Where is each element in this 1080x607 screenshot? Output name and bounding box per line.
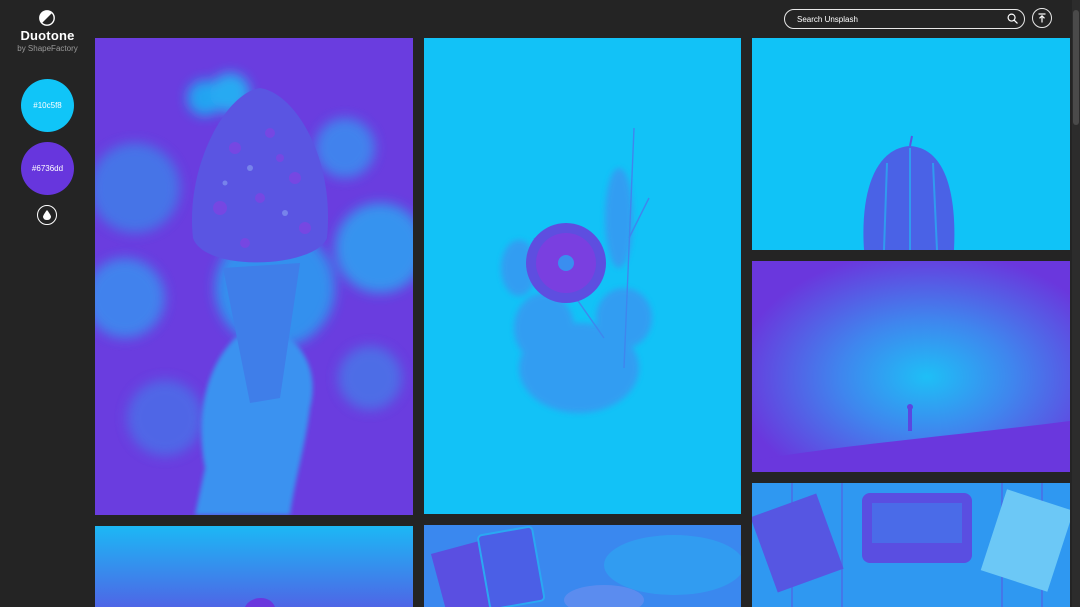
photo-flower[interactable] (424, 38, 741, 514)
secondary-color-swatch[interactable]: #6736dd (21, 142, 74, 195)
photo-typewriter[interactable] (752, 483, 1070, 607)
primary-color-swatch[interactable]: #10c5f8 (21, 79, 74, 132)
night-sky-image (752, 261, 1070, 472)
color-picker-button[interactable] (37, 205, 57, 225)
photo-gradient-sky[interactable] (95, 526, 413, 607)
search-bar[interactable] (784, 9, 1025, 29)
flower-image (424, 38, 741, 514)
primary-color-label: #10c5f8 (33, 101, 62, 110)
typewriter-image (752, 483, 1070, 607)
ice-cream-image (95, 38, 413, 515)
half-circle-logo-icon (39, 10, 55, 26)
photo-tablet[interactable] (424, 525, 741, 607)
scroll-to-top-button[interactable] (1032, 8, 1052, 28)
sidebar: Duotone by ShapeFactory #10c5f8 #6736dd (0, 0, 95, 607)
search-icon[interactable] (1007, 13, 1018, 24)
brand-title: Duotone (20, 28, 75, 43)
gradient-sky-image (95, 526, 413, 607)
cactus-image (752, 38, 1070, 250)
water-drop-icon (43, 210, 51, 220)
search-input[interactable] (795, 11, 999, 28)
scrollbar-thumb[interactable] (1073, 10, 1079, 125)
photo-cactus[interactable] (752, 38, 1070, 250)
photo-ice-cream[interactable] (95, 38, 413, 515)
brand-subtitle: by ShapeFactory (17, 44, 78, 53)
photo-night-sky[interactable] (752, 261, 1070, 472)
page-scrollbar[interactable] (1072, 0, 1080, 607)
arrow-up-to-top-icon (1038, 13, 1046, 23)
tablet-image (424, 525, 741, 607)
secondary-color-label: #6736dd (31, 164, 64, 173)
